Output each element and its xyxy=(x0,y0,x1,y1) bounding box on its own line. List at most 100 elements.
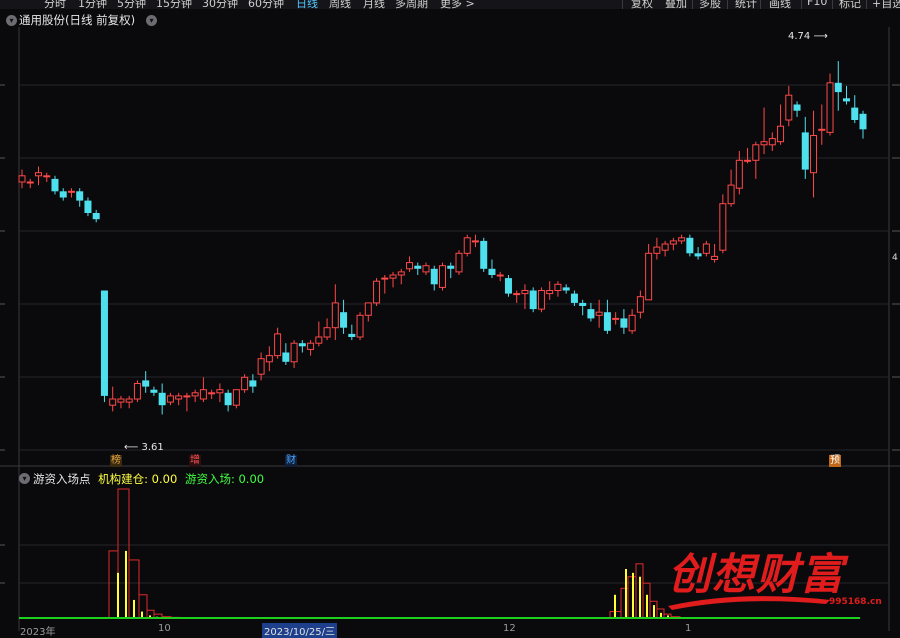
indicator-yellow-6 xyxy=(614,594,616,618)
candle-body-89 xyxy=(752,144,760,161)
candle-body-26 xyxy=(232,389,240,406)
indicator-yellow-11 xyxy=(653,605,655,618)
indicator-yellow-10 xyxy=(646,594,648,618)
stock-chart xyxy=(0,27,900,631)
candle-body-72 xyxy=(612,317,620,320)
candle-body-95 xyxy=(801,132,809,170)
candle-body-68 xyxy=(579,302,587,306)
candle-body-101 xyxy=(851,107,859,120)
title-dropdown-icon[interactable]: ▾ xyxy=(146,15,157,26)
candle-body-78 xyxy=(661,243,669,251)
candle-body-88 xyxy=(744,159,752,162)
x-label-jan: 1 xyxy=(685,623,692,634)
marker-cai[interactable]: 财 xyxy=(285,455,297,467)
candle-body-36 xyxy=(315,336,323,344)
candle-body-58 xyxy=(496,274,504,277)
candle-body-47 xyxy=(406,262,414,270)
stock-title: 通用股份(日线 前复权) xyxy=(19,13,136,27)
candle-body-96 xyxy=(810,135,818,174)
candle-body-85 xyxy=(719,203,727,251)
indicator-yellow-1 xyxy=(125,550,127,618)
candle-body-3 xyxy=(43,175,51,178)
high-price-label: 4.74 ⟶ xyxy=(788,31,828,42)
right-edge-price: 4 xyxy=(892,253,898,263)
candle-body-20 xyxy=(183,395,191,398)
candle-body-27 xyxy=(241,376,249,391)
candle-body-7 xyxy=(76,191,84,201)
marker-bang[interactable]: 榜 xyxy=(110,455,122,467)
candle-body-21 xyxy=(191,392,199,397)
candle-body-69 xyxy=(587,309,595,319)
candle-body-28 xyxy=(249,380,257,387)
candle-body-15 xyxy=(142,380,150,387)
candle-body-32 xyxy=(282,352,290,362)
candle-body-76 xyxy=(645,252,653,301)
candle-body-48 xyxy=(414,265,422,269)
candle-body-30 xyxy=(265,355,273,363)
candle-body-80 xyxy=(678,237,686,242)
candle-body-91 xyxy=(768,138,776,146)
candle-body-66 xyxy=(562,287,570,291)
candle-body-53 xyxy=(455,252,463,273)
low-price-label: ⟵ 3.61 xyxy=(124,442,164,453)
candle-body-31 xyxy=(274,333,282,357)
watermark-logo: 创想财富 xyxy=(668,550,844,600)
candle-body-54 xyxy=(463,237,471,254)
indicator-hot-money: 游资入场: 0.00 xyxy=(184,472,265,486)
candle-body-25 xyxy=(224,392,232,406)
candle-body-63 xyxy=(537,290,545,310)
candle-body-82 xyxy=(694,253,702,257)
candle-body-90 xyxy=(760,141,768,146)
collapse-icon[interactable]: ▾ xyxy=(6,15,17,26)
candle-body-57 xyxy=(488,268,496,275)
candle-body-40 xyxy=(348,333,356,337)
indicator-red-1 xyxy=(117,488,130,619)
candle-body-11 xyxy=(109,398,117,406)
candle-body-65 xyxy=(554,283,562,291)
indicator-red-0 xyxy=(108,550,119,619)
candle-body-61 xyxy=(521,290,529,295)
candle-body-33 xyxy=(290,342,298,363)
x-label-oct: 10 xyxy=(158,623,171,634)
candle-body-71 xyxy=(603,312,611,331)
candle-body-87 xyxy=(735,159,743,189)
candle-body-62 xyxy=(529,290,537,310)
indicator-yellow-2 xyxy=(133,599,135,618)
candle-body-8 xyxy=(84,200,92,213)
candle-body-92 xyxy=(777,125,785,143)
candle-body-100 xyxy=(843,98,851,102)
indicator-title: 游资入场点 机构建仓: 0.00 游资入场: 0.00 xyxy=(33,471,268,487)
candle-body-19 xyxy=(175,395,183,400)
indicator-yellow-8 xyxy=(632,572,634,618)
candle-body-83 xyxy=(702,243,710,254)
candle-body-102 xyxy=(859,113,867,130)
candle-body-86 xyxy=(727,184,735,205)
marker-zeng[interactable]: 增 xyxy=(189,455,201,467)
candle-body-24 xyxy=(216,389,224,394)
candle-body-51 xyxy=(439,265,446,288)
candle-body-73 xyxy=(620,318,628,328)
sub-collapse-icon[interactable]: ▾ xyxy=(19,473,30,484)
candle-body-50 xyxy=(430,268,438,285)
candle-body-56 xyxy=(480,240,488,269)
marker-yu[interactable]: 预 xyxy=(829,455,841,467)
candle-body-52 xyxy=(447,265,455,269)
candle-body-10 xyxy=(100,290,108,396)
indicator-yellow-9 xyxy=(639,576,641,618)
candle-body-42 xyxy=(364,302,372,316)
watermark-url: 995168.cn xyxy=(829,597,882,607)
candle-body-99 xyxy=(834,82,842,93)
candle-body-13 xyxy=(125,398,133,403)
candle-body-9 xyxy=(92,213,100,220)
candle-body-59 xyxy=(504,278,512,294)
candle-body-75 xyxy=(636,296,644,313)
candle-body-23 xyxy=(208,392,216,395)
candle-body-17 xyxy=(158,392,166,406)
candle-body-16 xyxy=(150,389,158,393)
candle-body-97 xyxy=(818,128,826,131)
candle-body-44 xyxy=(381,277,389,280)
x-label-dec: 12 xyxy=(503,623,516,634)
candle-body-45 xyxy=(389,274,397,279)
indicator-name: 游资入场点 xyxy=(33,472,91,486)
candle-body-38 xyxy=(331,302,339,329)
